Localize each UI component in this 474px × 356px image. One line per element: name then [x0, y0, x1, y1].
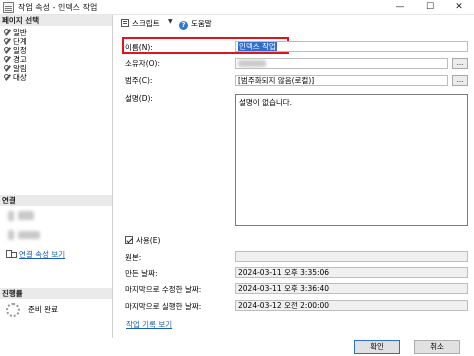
- category-label: 범주(C):: [125, 76, 153, 85]
- modified-field: 2024-03-11 오후 3:36:40: [235, 283, 468, 294]
- window-title: 작업 속성 - 인덱스 작업: [18, 3, 98, 12]
- script-label: 스크립트: [132, 19, 160, 28]
- connection-header: 연결: [0, 195, 112, 206]
- redacted-user-info: [8, 230, 14, 240]
- page-item-notifications[interactable]: 알림: [4, 64, 27, 73]
- name-input[interactable]: 인덱스 작업: [235, 41, 468, 52]
- owner-browse-button[interactable]: ...: [452, 58, 468, 69]
- modified-label: 마지막으로 수정한 날짜:: [125, 285, 202, 294]
- wrench-icon: [4, 29, 11, 36]
- ok-button[interactable]: 확인: [354, 340, 400, 354]
- enabled-label: 사용(E): [136, 236, 161, 245]
- wrench-icon: [4, 56, 11, 63]
- minimize-button[interactable]: —: [385, 0, 415, 15]
- category-select[interactable]: [범주화되지 않음(로컬)]: [235, 75, 448, 86]
- script-dropdown-arrow[interactable]: ▼: [168, 18, 173, 25]
- redacted-owner-value: [238, 60, 266, 67]
- script-button[interactable]: 스크립트: [121, 18, 160, 29]
- connection-link-label: 연결 속성 보기: [19, 250, 66, 259]
- description-textarea[interactable]: 설명이 없습니다.: [235, 94, 468, 226]
- modified-value: 2024-03-11 오후 3:36:40: [238, 284, 330, 293]
- created-value: 2024-03-11 오후 3:35:06: [238, 268, 330, 277]
- script-icon: [121, 19, 129, 27]
- page-item-label: 경고: [13, 55, 27, 64]
- maximize-button[interactable]: ☐: [415, 0, 445, 15]
- category-value: [범주화되지 않음(로컬)]: [238, 76, 315, 85]
- redacted-user-info: [18, 231, 40, 239]
- help-button[interactable]: ? 도움말: [179, 18, 212, 30]
- wrench-icon: [4, 47, 11, 54]
- page-item-alerts[interactable]: 경고: [4, 55, 27, 64]
- redacted-server-info: [18, 211, 34, 220]
- source-label: 원본:: [125, 253, 142, 262]
- page-item-label: 일반: [13, 28, 27, 37]
- description-value: 설명이 없습니다.: [239, 98, 293, 107]
- window-app-icon: [3, 2, 14, 13]
- cancel-button[interactable]: 취소: [414, 340, 460, 354]
- page-item-label: 알림: [13, 64, 27, 73]
- progress-status: 준비 완료: [28, 305, 58, 314]
- page-item-schedules[interactable]: 일정: [4, 46, 27, 55]
- owner-label: 소유자(O):: [125, 59, 160, 68]
- page-item-targets[interactable]: 대상: [4, 73, 27, 82]
- left-pane: 페이지 선택 일반 단계 일정 경고 알림 대상 연결 연결 속성 보기 진행률: [0, 15, 113, 338]
- help-label: 도움말: [191, 19, 212, 28]
- name-value: 인덱스 작업: [238, 42, 277, 51]
- page-item-label: 대상: [13, 73, 27, 82]
- owner-input[interactable]: [235, 58, 448, 69]
- page-item-label: 일정: [13, 46, 27, 55]
- progress-header: 진행률: [0, 288, 112, 299]
- wrench-icon: [4, 38, 11, 45]
- executed-field: 2024-03-12 오전 2:00:00: [235, 300, 468, 311]
- help-icon: ?: [179, 21, 188, 30]
- pages-header: 페이지 선택: [0, 15, 112, 26]
- created-label: 만든 날짜:: [125, 269, 158, 278]
- enabled-checkbox[interactable]: [125, 236, 133, 244]
- created-field: 2024-03-11 오후 3:35:06: [235, 267, 468, 278]
- description-label: 설명(D):: [125, 94, 153, 103]
- category-browse-button[interactable]: ...: [452, 75, 468, 86]
- page-item-label: 단계: [13, 37, 27, 46]
- progress-spinner-icon: [6, 303, 20, 317]
- connection-icon: [6, 250, 17, 258]
- executed-value: 2024-03-12 오전 2:00:00: [238, 301, 330, 310]
- executed-label: 마지막으로 실행한 날짜:: [125, 302, 202, 311]
- source-field: [235, 251, 468, 262]
- wrench-icon: [4, 74, 11, 81]
- toolbar: 스크립트 ▼ ? 도움말: [113, 15, 474, 32]
- redacted-server-info: [8, 211, 14, 221]
- name-label: 이름(N):: [125, 43, 153, 52]
- title-bar: 작업 속성 - 인덱스 작업 — ☐ ✕: [0, 0, 474, 15]
- page-item-general[interactable]: 일반: [4, 28, 27, 37]
- view-job-history-link[interactable]: 작업 기록 보기: [126, 319, 172, 330]
- wrench-icon: [4, 65, 11, 72]
- close-button[interactable]: ✕: [444, 0, 474, 15]
- view-connection-properties-link[interactable]: 연결 속성 보기: [6, 249, 65, 260]
- page-item-steps[interactable]: 단계: [4, 37, 27, 46]
